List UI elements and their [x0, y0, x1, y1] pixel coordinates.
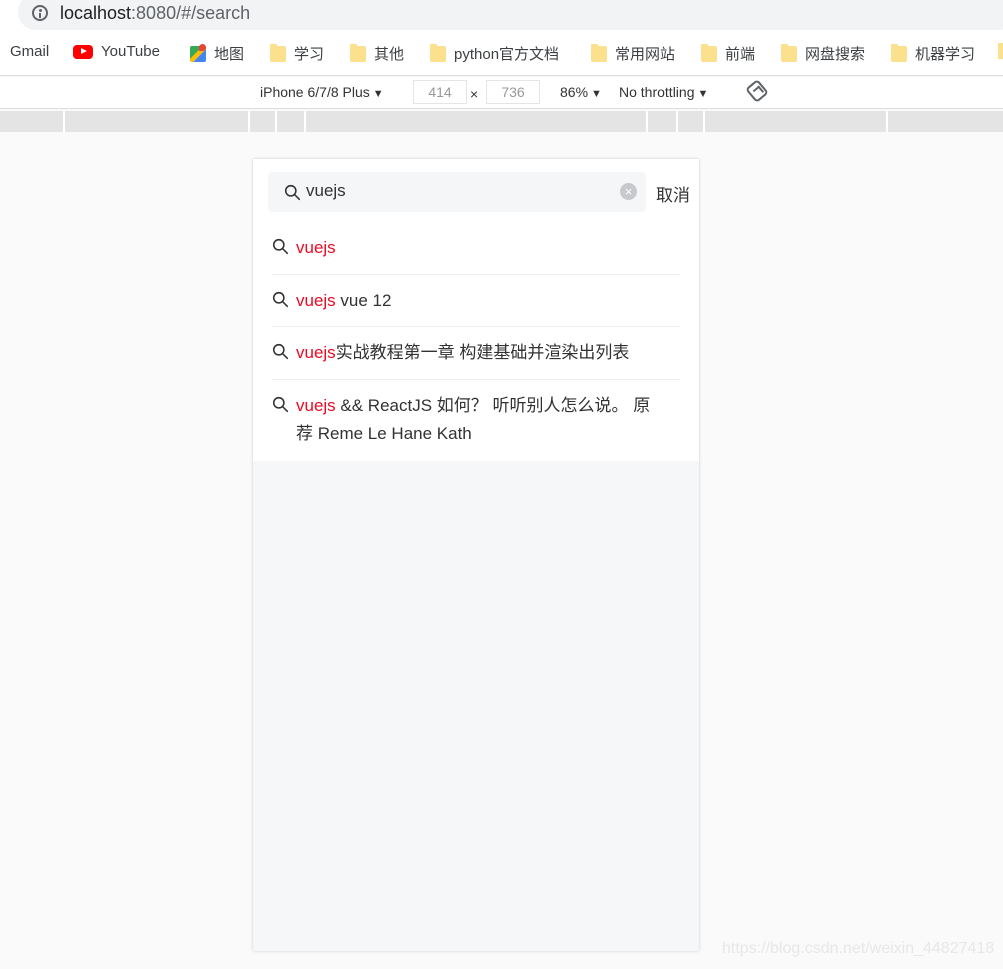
bookmark-label: 学习 [294, 46, 325, 63]
search-icon [272, 343, 289, 360]
search-icon [272, 396, 289, 413]
suggestion-rest: 实战教程第一章 构建基础并渲染出列表 [335, 343, 630, 362]
device-viewport: × 取消 vuejs vuejs vue 12 vuejs实战教程第一章 构建基… [253, 159, 699, 951]
chevron-down-icon: ▼ [697, 88, 709, 100]
ruler-divider [646, 111, 648, 132]
suggestion-item[interactable]: vuejs实战教程第一章 构建基础并渲染出列表 [272, 339, 680, 380]
url-host: localhost [60, 3, 132, 23]
zoom-value: 86% [560, 84, 589, 100]
bookmark-label: 网盘搜索 [805, 46, 866, 63]
ruler-divider [676, 111, 678, 132]
search-icon [284, 184, 301, 201]
watermark: https://blog.csdn.net/weixin_44827418 [722, 940, 995, 957]
bookmark-label: Gmail [10, 43, 50, 60]
search-input[interactable] [306, 181, 606, 201]
throttling-value: No throttling [619, 84, 695, 100]
suggestion-item[interactable]: vuejs vue 12 [272, 287, 680, 327]
suggestion-item[interactable]: vuejs [272, 234, 680, 275]
device-width-input[interactable]: 414 [413, 80, 467, 104]
ruler-divider [248, 111, 250, 132]
device-toolbar: iPhone 6/7/8 Plus ▼ 414 × 736 86% ▼ No thr… [0, 77, 1003, 109]
suggestion-highlight: vuejs [296, 396, 336, 415]
bookmark-label: YouTube [101, 43, 160, 60]
bookmark-youtube[interactable]: YouTube [73, 43, 160, 60]
url-text[interactable]: localhost:8080/#/search [60, 3, 250, 24]
bookmark-folder-study[interactable]: 学习 [270, 43, 324, 64]
bookmarks-bar: Gmail YouTube 地图 学习 其他 python官方文档 常用网站 前… [0, 30, 1003, 76]
suggestion-text: vuejs实战教程第一章 构建基础并渲染出列表 [296, 339, 680, 367]
bookmark-folder-other[interactable]: 其他 [350, 43, 404, 64]
suggestion-rest: vue 12 [335, 291, 392, 310]
info-icon[interactable] [32, 5, 48, 21]
ruler-divider [63, 111, 65, 132]
media-query-bar[interactable] [0, 111, 1003, 132]
suggestion-highlight: vuejs [296, 238, 336, 257]
dimension-separator: × [470, 86, 479, 102]
ruler-divider [886, 111, 888, 132]
bookmark-gmail[interactable]: Gmail [10, 43, 49, 60]
bookmark-label: python官方文档 [454, 46, 560, 63]
ruler-divider [275, 111, 277, 132]
folder-icon [591, 43, 607, 62]
bookmark-folder-python-docs[interactable]: python官方文档 [430, 43, 559, 64]
folder-icon [430, 43, 446, 62]
address-bar-row: localhost:8080/#/search [0, 0, 1003, 30]
clear-icon[interactable]: × [620, 183, 637, 200]
bookmark-folder-netdisk-search[interactable]: 网盘搜索 [781, 43, 865, 64]
search-icon [272, 238, 289, 255]
bookmark-label: 前端 [725, 46, 756, 63]
suggestion-highlight: vuejs [296, 291, 336, 310]
ruler-divider [703, 111, 705, 132]
device-name: iPhone 6/7/8 Plus [260, 84, 370, 100]
bookmark-maps[interactable]: 地图 [190, 43, 244, 64]
folder-icon [891, 43, 907, 62]
bookmark-label: 机器学习 [915, 46, 976, 63]
suggestion-text: vuejs vue 12 [296, 287, 680, 315]
folder-icon [701, 43, 717, 62]
url-path: :8080/#/search [131, 3, 251, 23]
folder-icon [270, 43, 286, 62]
zoom-select[interactable]: 86% ▼ [560, 84, 602, 100]
bookmark-folder-common-sites[interactable]: 常用网站 [591, 43, 675, 64]
bookmark-folder-frontend[interactable]: 前端 [701, 43, 755, 64]
device-select[interactable]: iPhone 6/7/8 Plus ▼ [260, 84, 384, 100]
youtube-icon [73, 44, 93, 59]
ruler-divider [304, 111, 306, 132]
bookmark-label: 其他 [374, 46, 405, 63]
maps-icon [190, 43, 206, 62]
chevron-down-icon: ▼ [372, 88, 384, 100]
folder-icon [781, 43, 797, 62]
suggestion-text: vuejs [296, 234, 680, 262]
suggestion-highlight: vuejs [296, 343, 336, 362]
suggestion-text: vuejs && ReactJS 如何？ 听听别人怎么说。 原 荐 Reme L… [296, 392, 666, 448]
folder-icon[interactable] [998, 43, 1003, 59]
search-panel: × 取消 vuejs vuejs vue 12 vuejs实战教程第一章 构建基… [253, 159, 699, 461]
cancel-button[interactable]: 取消 [656, 181, 690, 206]
chevron-down-icon: ▼ [591, 88, 602, 100]
search-bar[interactable]: × [268, 172, 646, 212]
bookmark-label: 地图 [214, 46, 245, 63]
bookmark-label: 常用网站 [615, 46, 676, 63]
suggestion-rest: && ReactJS 如何？ 听听别人怎么说。 原 荐 Reme Le Hane… [296, 396, 651, 443]
suggestion-item[interactable]: vuejs && ReactJS 如何？ 听听别人怎么说。 原 荐 Reme L… [272, 392, 680, 448]
device-height-input[interactable]: 736 [486, 80, 540, 104]
bookmark-folder-machine-learning[interactable]: 机器学习 [891, 43, 975, 64]
folder-icon [350, 43, 366, 62]
throttling-select[interactable]: No throttling ▼ [619, 84, 708, 100]
search-icon [272, 291, 289, 308]
